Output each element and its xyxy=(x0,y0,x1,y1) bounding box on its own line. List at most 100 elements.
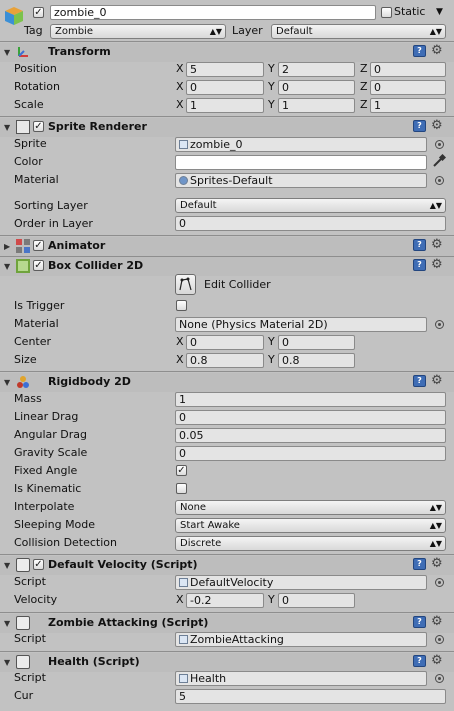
center-y-field[interactable]: 0 xyxy=(278,335,355,350)
is-kinematic-checkbox[interactable] xyxy=(176,483,187,494)
rotation-x-field[interactable]: 0 xyxy=(186,80,264,95)
sprite-renderer-enabled-checkbox[interactable]: ✓ xyxy=(33,121,44,132)
edit-collider-button[interactable] xyxy=(175,274,196,295)
size-x-field[interactable]: 0.8 xyxy=(186,353,264,368)
mass-field[interactable]: 1 xyxy=(175,392,446,407)
script-field[interactable]: DefaultVelocity xyxy=(175,575,427,590)
foldout-arrow-icon[interactable]: ▼ xyxy=(4,658,10,668)
position-label: Position xyxy=(14,62,57,75)
y-label: Y xyxy=(268,98,275,111)
box-collider-enabled-checkbox[interactable]: ✓ xyxy=(33,260,44,271)
interpolate-dropdown[interactable]: None ▲▼ xyxy=(175,500,446,515)
transform-icon xyxy=(16,45,30,59)
foldout-arrow-icon[interactable]: ▼ xyxy=(4,561,10,571)
scale-z-field[interactable]: 1 xyxy=(370,98,446,113)
velocity-x-field[interactable]: -0.2 xyxy=(186,593,264,608)
position-x-field[interactable]: 5 xyxy=(186,62,264,77)
script-field[interactable]: ZombieAttacking xyxy=(175,632,427,647)
foldout-collapsed-arrow-icon[interactable]: ▶ xyxy=(4,242,10,252)
size-y-field[interactable]: 0.8 xyxy=(278,353,355,368)
fixed-angle-label: Fixed Angle xyxy=(14,464,78,477)
foldout-arrow-icon[interactable]: ▼ xyxy=(4,48,10,58)
tag-value: Zombie xyxy=(55,26,93,37)
settings-gear-icon[interactable]: ⚙ xyxy=(431,119,443,132)
help-book-icon[interactable]: ? xyxy=(413,655,426,667)
tag-label: Tag xyxy=(24,24,43,37)
script-value: DefaultVelocity xyxy=(190,576,274,589)
help-book-icon[interactable]: ? xyxy=(413,558,426,570)
sorting-layer-value: Default xyxy=(180,200,217,211)
y-label: Y xyxy=(268,80,275,93)
object-picker-icon[interactable] xyxy=(435,674,444,683)
script-field[interactable]: Health xyxy=(175,671,427,686)
settings-gear-icon[interactable]: ⚙ xyxy=(431,654,443,667)
rotation-z-field[interactable]: 0 xyxy=(370,80,446,95)
is-trigger-checkbox[interactable] xyxy=(176,300,187,311)
linear-drag-field[interactable]: 0 xyxy=(175,410,446,425)
divider xyxy=(0,116,454,117)
divider xyxy=(0,41,454,42)
chevron-updown-icon: ▲▼ xyxy=(209,27,222,36)
angular-drag-field[interactable]: 0.05 xyxy=(175,428,446,443)
gravity-scale-field[interactable]: 0 xyxy=(175,446,446,461)
cur-field[interactable]: 5 xyxy=(175,689,446,704)
rotation-y-field[interactable]: 0 xyxy=(278,80,355,95)
chevron-updown-icon: ▲▼ xyxy=(429,27,442,36)
default-velocity-enabled-checkbox[interactable]: ✓ xyxy=(33,559,44,570)
order-in-layer-field[interactable]: 0 xyxy=(175,216,446,231)
settings-gear-icon[interactable]: ⚙ xyxy=(431,374,443,387)
sleeping-mode-dropdown[interactable]: Start Awake ▲▼ xyxy=(175,518,446,533)
layer-dropdown[interactable]: Default ▲▼ xyxy=(271,24,446,39)
eyedropper-icon[interactable] xyxy=(432,153,447,168)
object-picker-icon[interactable] xyxy=(435,578,444,587)
object-picker-icon[interactable] xyxy=(435,635,444,644)
static-label: Static xyxy=(394,5,426,18)
script-component-icon xyxy=(16,558,30,572)
object-picker-icon[interactable] xyxy=(435,320,444,329)
script-component-icon xyxy=(16,616,30,630)
interpolate-value: None xyxy=(180,502,207,513)
transform-title: Transform xyxy=(48,45,111,58)
position-y-field[interactable]: 2 xyxy=(278,62,355,77)
help-book-icon[interactable]: ? xyxy=(413,239,426,251)
collider-material-label: Material xyxy=(14,317,59,330)
active-checkbox[interactable]: ✓ xyxy=(33,7,44,18)
settings-gear-icon[interactable]: ⚙ xyxy=(431,44,443,57)
static-dropdown-arrow[interactable]: ▼ xyxy=(436,5,443,19)
collision-detection-dropdown[interactable]: Discrete ▲▼ xyxy=(175,536,446,551)
position-z-field[interactable]: 0 xyxy=(370,62,446,77)
settings-gear-icon[interactable]: ⚙ xyxy=(431,557,443,570)
object-name-field[interactable]: zombie_0 xyxy=(50,5,376,20)
foldout-arrow-icon[interactable]: ▼ xyxy=(4,619,10,629)
edit-collider-icon xyxy=(179,277,192,291)
center-x-field[interactable]: 0 xyxy=(186,335,264,350)
scale-y-field[interactable]: 1 xyxy=(278,98,355,113)
color-field[interactable] xyxy=(175,155,427,170)
sprite-field[interactable]: zombie_0 xyxy=(175,137,427,152)
animator-enabled-checkbox[interactable]: ✓ xyxy=(33,240,44,251)
settings-gear-icon[interactable]: ⚙ xyxy=(431,615,443,628)
physics-material-field[interactable]: None (Physics Material 2D) xyxy=(175,317,427,332)
help-book-icon[interactable]: ? xyxy=(413,120,426,132)
velocity-y-field[interactable]: 0 xyxy=(278,593,355,608)
help-book-icon[interactable]: ? xyxy=(413,375,426,387)
object-picker-icon[interactable] xyxy=(435,176,444,185)
rigidbody-title: Rigidbody 2D xyxy=(48,375,131,388)
object-picker-icon[interactable] xyxy=(435,140,444,149)
scale-x-field[interactable]: 1 xyxy=(186,98,264,113)
is-kinematic-label: Is Kinematic xyxy=(14,482,82,495)
health-title: Health (Script) xyxy=(48,655,140,668)
settings-gear-icon[interactable]: ⚙ xyxy=(431,238,443,251)
help-book-icon[interactable]: ? xyxy=(413,45,426,57)
foldout-arrow-icon[interactable]: ▼ xyxy=(4,262,10,272)
tag-dropdown[interactable]: Zombie ▲▼ xyxy=(50,24,226,39)
foldout-arrow-icon[interactable]: ▼ xyxy=(4,123,10,133)
help-book-icon[interactable]: ? xyxy=(413,616,426,628)
settings-gear-icon[interactable]: ⚙ xyxy=(431,258,443,271)
static-checkbox[interactable] xyxy=(381,7,392,18)
help-book-icon[interactable]: ? xyxy=(413,259,426,271)
material-field[interactable]: Sprites-Default xyxy=(175,173,427,188)
fixed-angle-checkbox[interactable]: ✓ xyxy=(176,465,187,476)
foldout-arrow-icon[interactable]: ▼ xyxy=(4,378,10,388)
sorting-layer-dropdown[interactable]: Default ▲▼ xyxy=(175,198,446,213)
